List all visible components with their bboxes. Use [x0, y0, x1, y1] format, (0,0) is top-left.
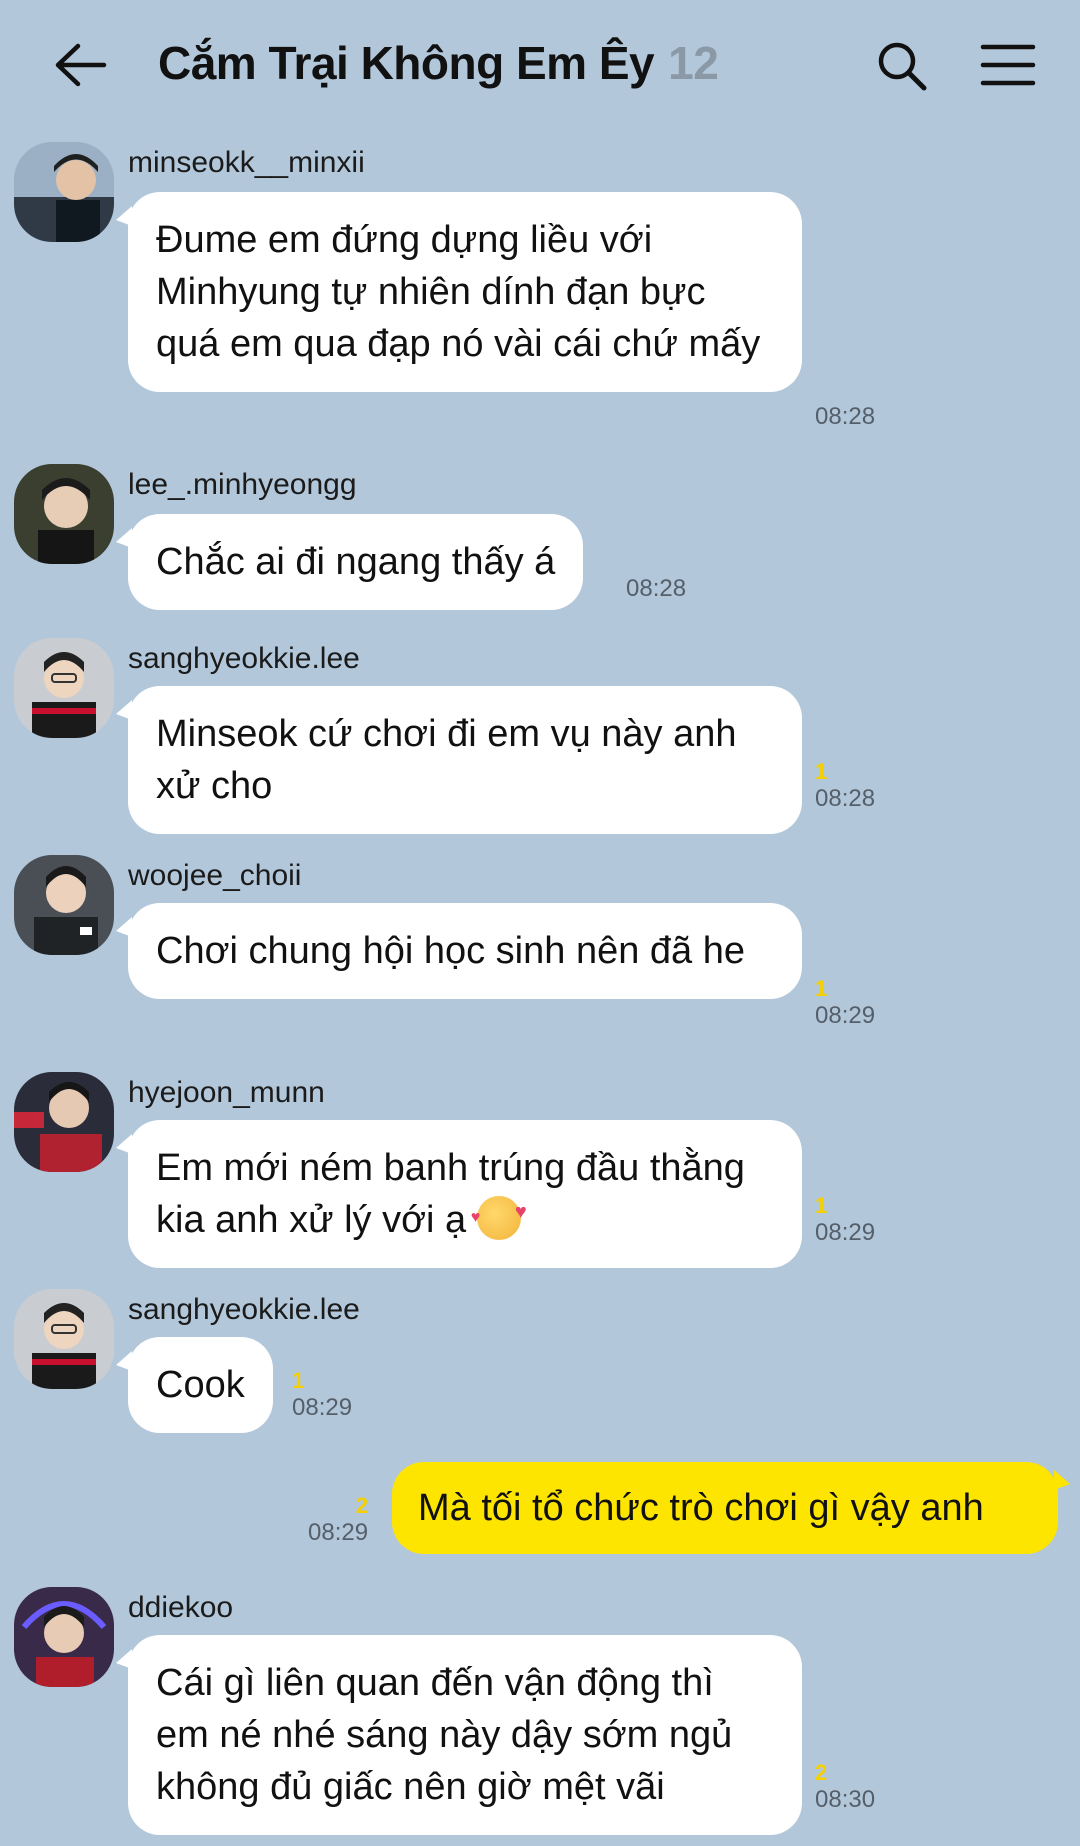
message-time: 08:28	[815, 403, 876, 430]
arrow-left-icon[interactable]	[48, 40, 108, 90]
message-time: 08:29	[815, 1219, 876, 1246]
message-time: 08:30	[815, 1786, 876, 1813]
avatar[interactable]	[14, 1289, 114, 1389]
message-meta: 08:28	[815, 402, 875, 432]
avatar[interactable]	[14, 1587, 114, 1687]
sender-name: minseokk__minxii	[128, 146, 365, 179]
chat-title: Cắm Trại Không Em Êy 12	[158, 36, 719, 90]
message-time: 08:29	[308, 1519, 369, 1546]
avatar[interactable]	[14, 1072, 114, 1172]
hamburger-menu-icon[interactable]	[980, 42, 1036, 88]
message-bubble[interactable]: Đume em đứng dựng liều với Minhyung tự n…	[116, 192, 802, 392]
sender-name: sanghyeokkie.lee	[128, 1293, 360, 1326]
message-bubble[interactable]: Mà tối tổ chức trò chơi gì vậy anh	[392, 1462, 1070, 1554]
message-time: 08:28	[815, 785, 876, 812]
avatar[interactable]	[14, 464, 114, 564]
unread-count: 1	[815, 1193, 828, 1218]
message-meta: 1 08:29	[292, 1369, 352, 1423]
message-time: 08:29	[815, 1002, 876, 1029]
unread-count: 2	[815, 1760, 828, 1785]
message-text: Em mới ném banh trúng đầu thằng kia anh …	[156, 1147, 745, 1241]
sender-name: woojee_choii	[128, 859, 302, 892]
search-icon[interactable]	[876, 40, 928, 92]
member-count: 12	[668, 37, 719, 89]
message-time: 08:28	[626, 575, 687, 602]
message-meta: 08:28	[626, 574, 686, 604]
message-meta: 1 08:29	[815, 1194, 875, 1248]
sender-name: lee_.minhyeongg	[128, 468, 357, 501]
sender-name: ddiekoo	[128, 1591, 234, 1624]
unread-count: 1	[292, 1368, 305, 1393]
avatar[interactable]	[14, 142, 114, 242]
message-bubble[interactable]: Chắc ai đi ngang thấy á	[115, 514, 584, 610]
message-bubble[interactable]: Chơi chung hội học sinh nên đã he	[116, 903, 802, 999]
message-bubble[interactable]: Minseok cứ chơi đi em vụ này anh xử cho	[116, 686, 802, 834]
avatar[interactable]	[14, 855, 114, 955]
chat-header: Cắm Trại Không Em Êy 12	[0, 0, 1080, 130]
sender-name: hyejoon_munn	[128, 1076, 325, 1109]
message-meta: 1 08:29	[815, 977, 875, 1031]
message-time: 08:29	[292, 1394, 353, 1421]
message-meta: 1 08:28	[815, 760, 875, 814]
message-meta: 2 08:30	[815, 1761, 875, 1815]
message-bubble[interactable]: Cái gì liên quan đến vận động thì em né …	[116, 1635, 802, 1835]
message-bubble[interactable]: Em mới ném banh trúng đầu thằng kia anh …	[116, 1120, 802, 1268]
unread-count: 1	[815, 976, 828, 1001]
sender-name: sanghyeokkie.lee	[128, 642, 360, 675]
smiling-face-with-hearts-emoji	[471, 1186, 527, 1244]
unread-count: 1	[815, 759, 828, 784]
unread-count: 2	[355, 1493, 369, 1518]
room-name: Cắm Trại Không Em Êy	[158, 37, 655, 89]
message-meta: 2 08:29	[308, 1494, 368, 1548]
message-bubble[interactable]: Cook	[116, 1337, 273, 1433]
avatar[interactable]	[14, 638, 114, 738]
